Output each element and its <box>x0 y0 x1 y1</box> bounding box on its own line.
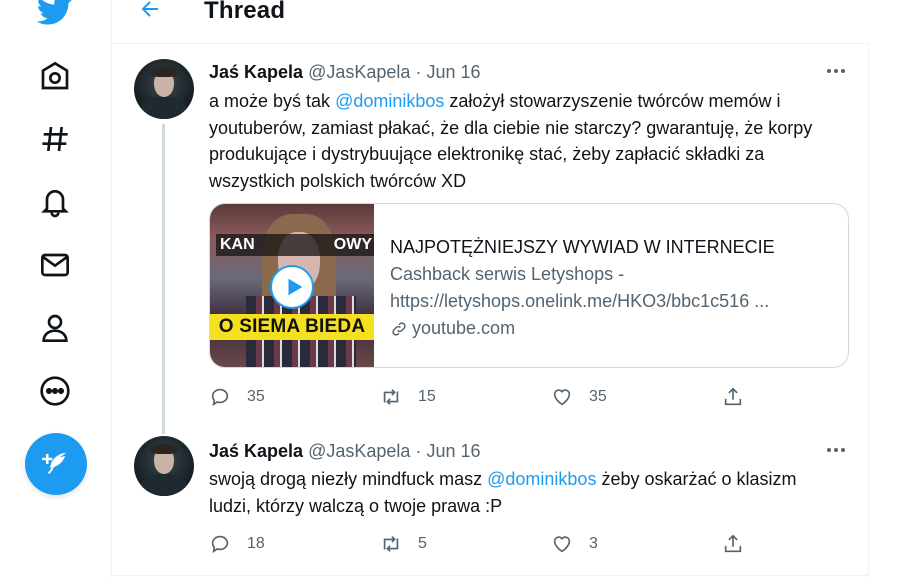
video-thumbnail: KAN OWY O SIEMA BIEDA <box>210 204 374 367</box>
profile-person-icon[interactable] <box>26 304 84 352</box>
tweet-date[interactable]: Jun 16 <box>426 441 480 461</box>
more-options-icon[interactable] <box>824 440 848 460</box>
reply-count: 18 <box>247 535 265 552</box>
card-body: NAJPOTĘŻNIEJSZY WYWIAD W INTERNECIE Cash… <box>390 234 830 342</box>
card-description-line-2: https://letyshops.onelink.me/HKO3/bbc1c5… <box>390 291 770 311</box>
share-button[interactable] <box>722 529 744 559</box>
thread-header: Thread <box>112 0 869 44</box>
retweet-button[interactable]: 5 <box>380 529 427 559</box>
thumbnail-top-text: KAN OWY <box>216 234 374 256</box>
tweet-header: Jaś Kapela @JasKapela · Jun 16 <box>209 62 481 83</box>
mention-link[interactable]: @dominikbos <box>335 91 444 111</box>
compose-tweet-button[interactable] <box>25 433 87 495</box>
play-video-button[interactable] <box>270 265 314 309</box>
more-circle-icon[interactable] <box>26 367 84 415</box>
like-count: 35 <box>589 388 607 405</box>
retweet-count: 15 <box>418 388 436 405</box>
back-arrow-icon <box>141 1 158 17</box>
avatar[interactable] <box>134 59 194 119</box>
reply-icon <box>211 388 229 407</box>
thumbnail-caption: O SIEMA BIEDA <box>210 314 374 340</box>
compose-feather-icon <box>42 452 66 474</box>
reply-button[interactable]: 18 <box>209 529 265 559</box>
main-column: Thread Jaś Kapela @JasKapela · Jun 16 a … <box>111 0 869 578</box>
play-icon <box>288 278 302 296</box>
author-handle[interactable]: @JasKapela <box>308 441 410 461</box>
like-button[interactable]: 3 <box>551 529 598 559</box>
avatar[interactable] <box>134 436 194 496</box>
left-navigation <box>0 0 112 578</box>
retweet-count: 5 <box>418 535 427 552</box>
reply-button[interactable]: 35 <box>209 382 265 412</box>
tweet[interactable]: Jaś Kapela @JasKapela · Jun 16 a może by… <box>112 45 869 434</box>
author-name[interactable]: Jaś Kapela <box>209 441 303 461</box>
like-count: 3 <box>589 535 598 552</box>
share-icon <box>724 534 742 553</box>
explore-hashtag-icon[interactable] <box>26 115 84 163</box>
tweet[interactable]: Jaś Kapela @JasKapela · Jun 16 swoją dro… <box>112 424 869 576</box>
retweet-button[interactable]: 15 <box>380 382 436 412</box>
more-options-icon[interactable] <box>824 61 848 81</box>
back-button[interactable] <box>135 0 165 24</box>
card-description-line-1: Cashback serwis Letyshops - <box>390 264 625 284</box>
separator-dot: · <box>415 441 422 461</box>
notifications-bell-icon[interactable] <box>26 178 84 226</box>
tweet-header: Jaś Kapela @JasKapela · Jun 16 <box>209 441 481 462</box>
tweet-actions: 18 5 3 <box>209 529 849 559</box>
card-title: NAJPOTĘŻNIEJSZY WYWIAD W INTERNECIE <box>390 237 775 257</box>
twitter-bird-icon[interactable] <box>26 0 84 34</box>
like-button[interactable]: 35 <box>551 382 607 412</box>
share-button[interactable] <box>722 382 744 412</box>
heart-icon <box>553 389 571 406</box>
link-preview-card[interactable]: KAN OWY O SIEMA BIEDA NAJPOTĘŻNIEJSZY WYW… <box>209 203 849 368</box>
retweet-icon <box>383 536 399 552</box>
home-icon[interactable] <box>26 52 84 100</box>
thread-connector-line <box>162 124 165 434</box>
author-handle[interactable]: @JasKapela <box>308 62 410 82</box>
tweet-text: swoją drogą niezły mindfuck masz @domini… <box>209 469 797 516</box>
page-title: Thread <box>204 0 286 24</box>
reply-icon <box>211 535 229 554</box>
messages-envelope-icon[interactable] <box>26 241 84 289</box>
retweet-icon <box>383 389 399 405</box>
tweet-date[interactable]: Jun 16 <box>426 62 480 82</box>
share-icon <box>724 387 742 406</box>
card-domain: youtube.com <box>390 315 830 342</box>
heart-icon <box>553 536 571 553</box>
tweet-text: a może byś tak @dominikbos założył stowa… <box>209 91 813 191</box>
tweet-actions: 35 15 35 <box>209 382 849 412</box>
mention-link[interactable]: @dominikbos <box>487 469 596 489</box>
separator-dot: · <box>415 62 422 82</box>
link-icon <box>392 321 406 336</box>
reply-count: 35 <box>247 388 265 405</box>
author-name[interactable]: Jaś Kapela <box>209 62 303 82</box>
